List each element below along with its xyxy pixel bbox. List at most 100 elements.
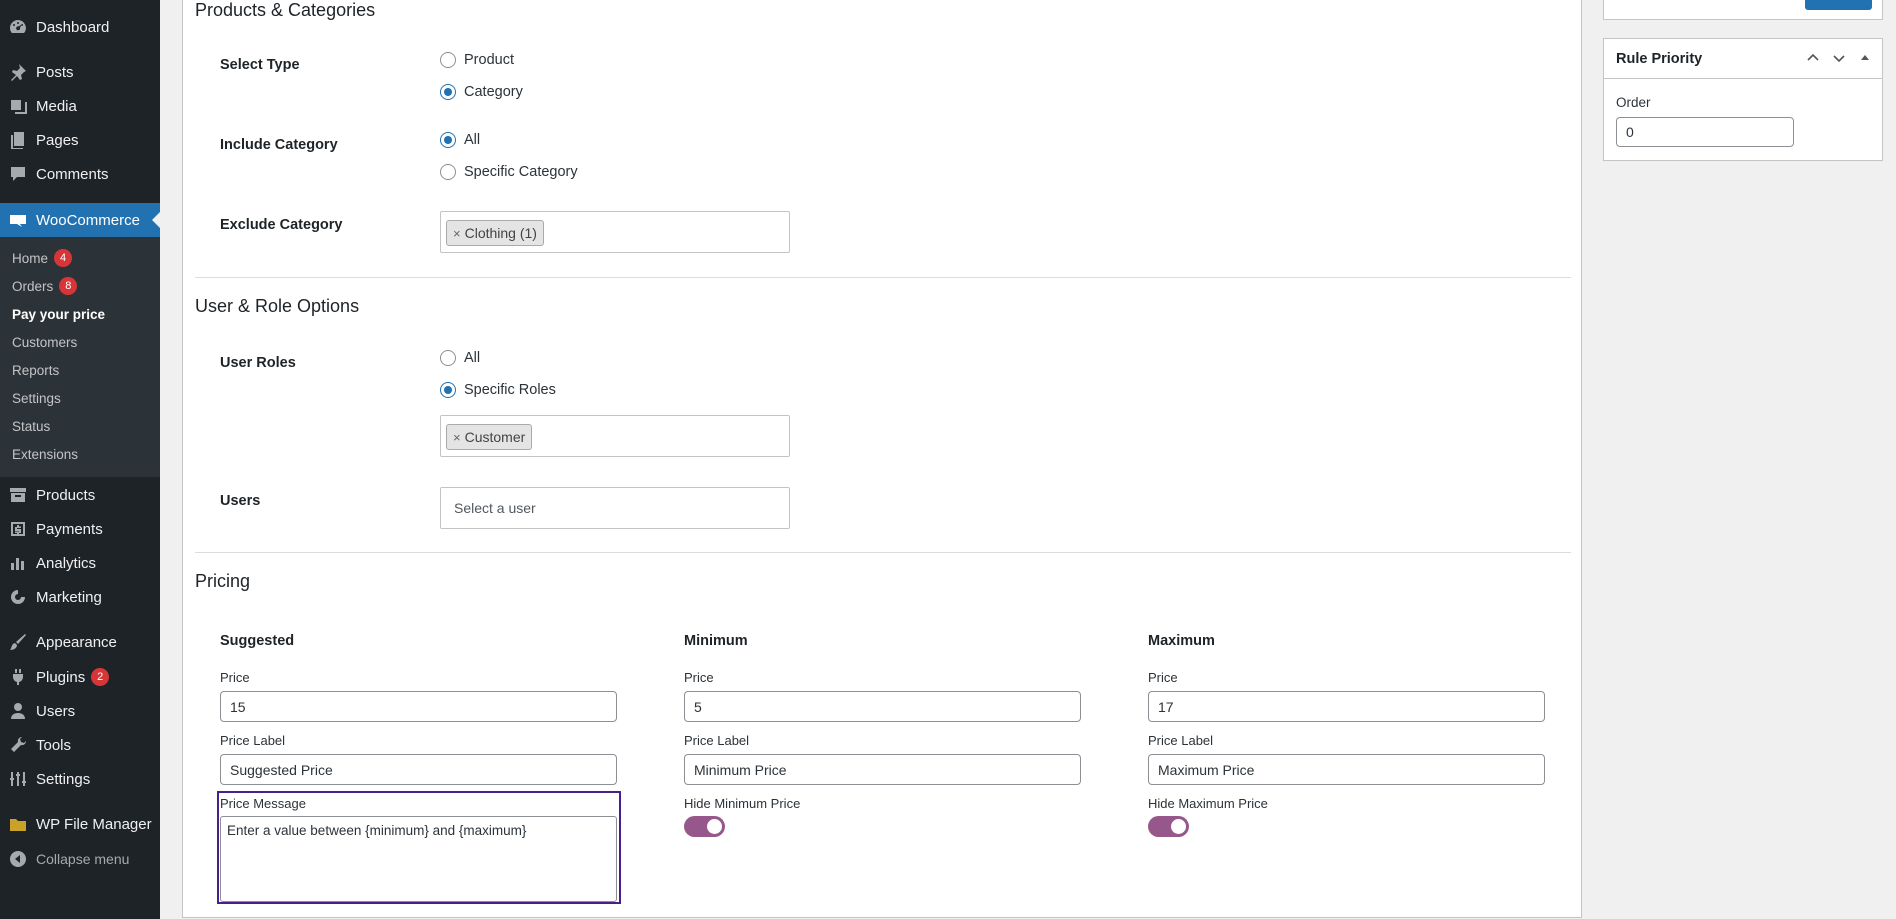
menu-label: WooCommerce xyxy=(36,211,140,229)
menu-label: WP File Manager xyxy=(36,815,152,833)
users-select[interactable]: Select a user xyxy=(440,487,790,529)
menu-label: Comments xyxy=(36,165,109,183)
menu-label: Analytics xyxy=(36,554,97,572)
menu-pages[interactable]: Pages xyxy=(0,123,160,157)
menu-settings[interactable]: Settings xyxy=(0,762,160,796)
include-category-label: Include Category xyxy=(220,137,338,153)
hide-minimum-price-toggle[interactable] xyxy=(684,816,725,837)
wrench-icon xyxy=(7,734,29,756)
megaphone-icon xyxy=(7,586,29,608)
menu-tools[interactable]: Tools xyxy=(0,728,160,762)
woo-icon xyxy=(7,209,29,231)
menu-comments[interactable]: Comments xyxy=(0,157,160,191)
minimum-price-label-label: Price Label xyxy=(684,733,750,748)
menu-label: Tools xyxy=(36,736,72,754)
maximum-price-label-input[interactable]: Maximum Price xyxy=(1148,754,1545,785)
radio-label: Product xyxy=(464,52,514,68)
settings-icon xyxy=(7,768,29,790)
chart-bar-icon xyxy=(7,552,29,574)
section-divider xyxy=(195,552,1571,553)
section-title-pricing: Pricing xyxy=(195,571,251,591)
archive-icon xyxy=(7,484,29,506)
menu-label: Dashboard xyxy=(36,18,110,36)
menu-woocommerce[interactable]: WooCommerce xyxy=(0,203,160,237)
menu-products[interactable]: Products xyxy=(0,478,160,512)
section-title-products-categories: Products & Categories xyxy=(195,0,376,20)
chevron-down-icon[interactable] xyxy=(1830,49,1848,67)
radio-select-type-product[interactable]: Product xyxy=(440,52,514,68)
menu-posts[interactable]: Posts xyxy=(0,55,160,89)
radio-circle xyxy=(440,350,456,366)
select-type-label: Select Type xyxy=(220,57,300,73)
menu-plugins[interactable]: Plugins 2 xyxy=(0,660,160,694)
dollar-icon xyxy=(7,518,29,540)
radio-include-all[interactable]: All xyxy=(440,132,480,148)
user-roles-select[interactable]: × Customer xyxy=(440,415,790,457)
menu-payments[interactable]: Payments xyxy=(0,512,160,546)
chevron-up-icon[interactable] xyxy=(1804,49,1822,67)
suggested-heading: Suggested xyxy=(220,633,295,649)
rule-priority-box: Rule Priority Order 0 xyxy=(1603,38,1883,161)
collapse-menu-button[interactable]: Collapse menu xyxy=(0,842,160,876)
submenu-settings[interactable]: Settings xyxy=(12,387,61,409)
exclude-category-select[interactable]: × Clothing (1) xyxy=(440,211,790,253)
publish-button[interactable] xyxy=(1805,0,1872,10)
menu-label: Products xyxy=(36,486,96,504)
minimum-price-label: Price xyxy=(684,670,714,685)
minimum-price-input[interactable]: 5 xyxy=(684,691,1081,722)
suggested-price-label: Price xyxy=(220,670,250,685)
radio-circle xyxy=(440,382,456,398)
menu-media[interactable]: Media xyxy=(0,89,160,123)
radio-circle xyxy=(440,84,456,100)
submenu-pay-your-price[interactable]: Pay your price xyxy=(12,303,105,325)
price-message-label: Price Message xyxy=(220,796,306,811)
menu-label: Pages xyxy=(36,131,79,149)
minimum-price-label-input[interactable]: Minimum Price xyxy=(684,754,1081,785)
menu-analytics[interactable]: Analytics xyxy=(0,546,160,580)
radio-label: All xyxy=(464,132,481,148)
radio-circle xyxy=(440,52,456,68)
submenu-orders[interactable]: Orders 8 xyxy=(12,275,78,297)
collapse-icon xyxy=(7,848,29,870)
radio-roles-all[interactable]: All xyxy=(440,350,480,366)
suggested-price-label-input[interactable]: Suggested Price xyxy=(220,754,617,785)
woocommerce-submenu: Home 4 Orders 8 Pay your price Customers R… xyxy=(0,237,160,477)
pages-icon xyxy=(7,129,29,151)
users-label: Users xyxy=(220,493,261,509)
submenu-home[interactable]: Home 4 xyxy=(12,247,73,269)
menu-users[interactable]: Users xyxy=(0,694,160,728)
maximum-price-label: Price xyxy=(1148,670,1178,685)
menu-wp-file-manager[interactable]: WP File Manager xyxy=(0,807,160,841)
suggested-price-input[interactable]: 15 xyxy=(220,691,617,722)
count-badge: 2 xyxy=(91,668,110,686)
user-roles-label: User Roles xyxy=(220,355,296,371)
radio-select-type-category[interactable]: Category xyxy=(440,84,523,100)
maximum-price-input[interactable]: 17 xyxy=(1148,691,1545,722)
menu-label: Marketing xyxy=(36,588,102,606)
media-icon xyxy=(7,95,29,117)
hide-maximum-price-toggle[interactable] xyxy=(1148,816,1189,837)
radio-include-specific[interactable]: Specific Category xyxy=(440,164,578,180)
menu-label: Media xyxy=(36,97,77,115)
menu-label: Posts xyxy=(36,63,74,81)
submenu-reports[interactable]: Reports xyxy=(12,359,59,381)
users-select-placeholder: Select a user xyxy=(454,500,536,516)
menu-appearance[interactable]: Appearance xyxy=(0,625,160,659)
count-badge: 8 xyxy=(59,277,78,295)
price-message-textarea[interactable]: Enter a value between {minimum} and {max… xyxy=(220,816,617,902)
count-badge: 4 xyxy=(54,249,73,267)
rule-settings-panel: Products & Categories Select Type Produc… xyxy=(182,0,1582,918)
brush-icon xyxy=(7,631,29,653)
collapse-triangle-icon[interactable] xyxy=(1856,49,1874,67)
radio-label: All xyxy=(464,350,481,366)
remove-tag-button[interactable]: × xyxy=(453,226,461,241)
radio-roles-specific[interactable]: Specific Roles xyxy=(440,382,556,398)
submenu-extensions[interactable]: Extensions xyxy=(12,443,78,465)
order-input[interactable]: 0 xyxy=(1616,117,1794,147)
menu-marketing[interactable]: Marketing xyxy=(0,580,160,614)
submenu-status[interactable]: Status xyxy=(12,415,50,437)
menu-dashboard[interactable]: Dashboard xyxy=(0,10,160,44)
remove-tag-button[interactable]: × xyxy=(453,430,461,445)
radio-circle xyxy=(440,164,456,180)
submenu-customers[interactable]: Customers xyxy=(12,331,77,353)
